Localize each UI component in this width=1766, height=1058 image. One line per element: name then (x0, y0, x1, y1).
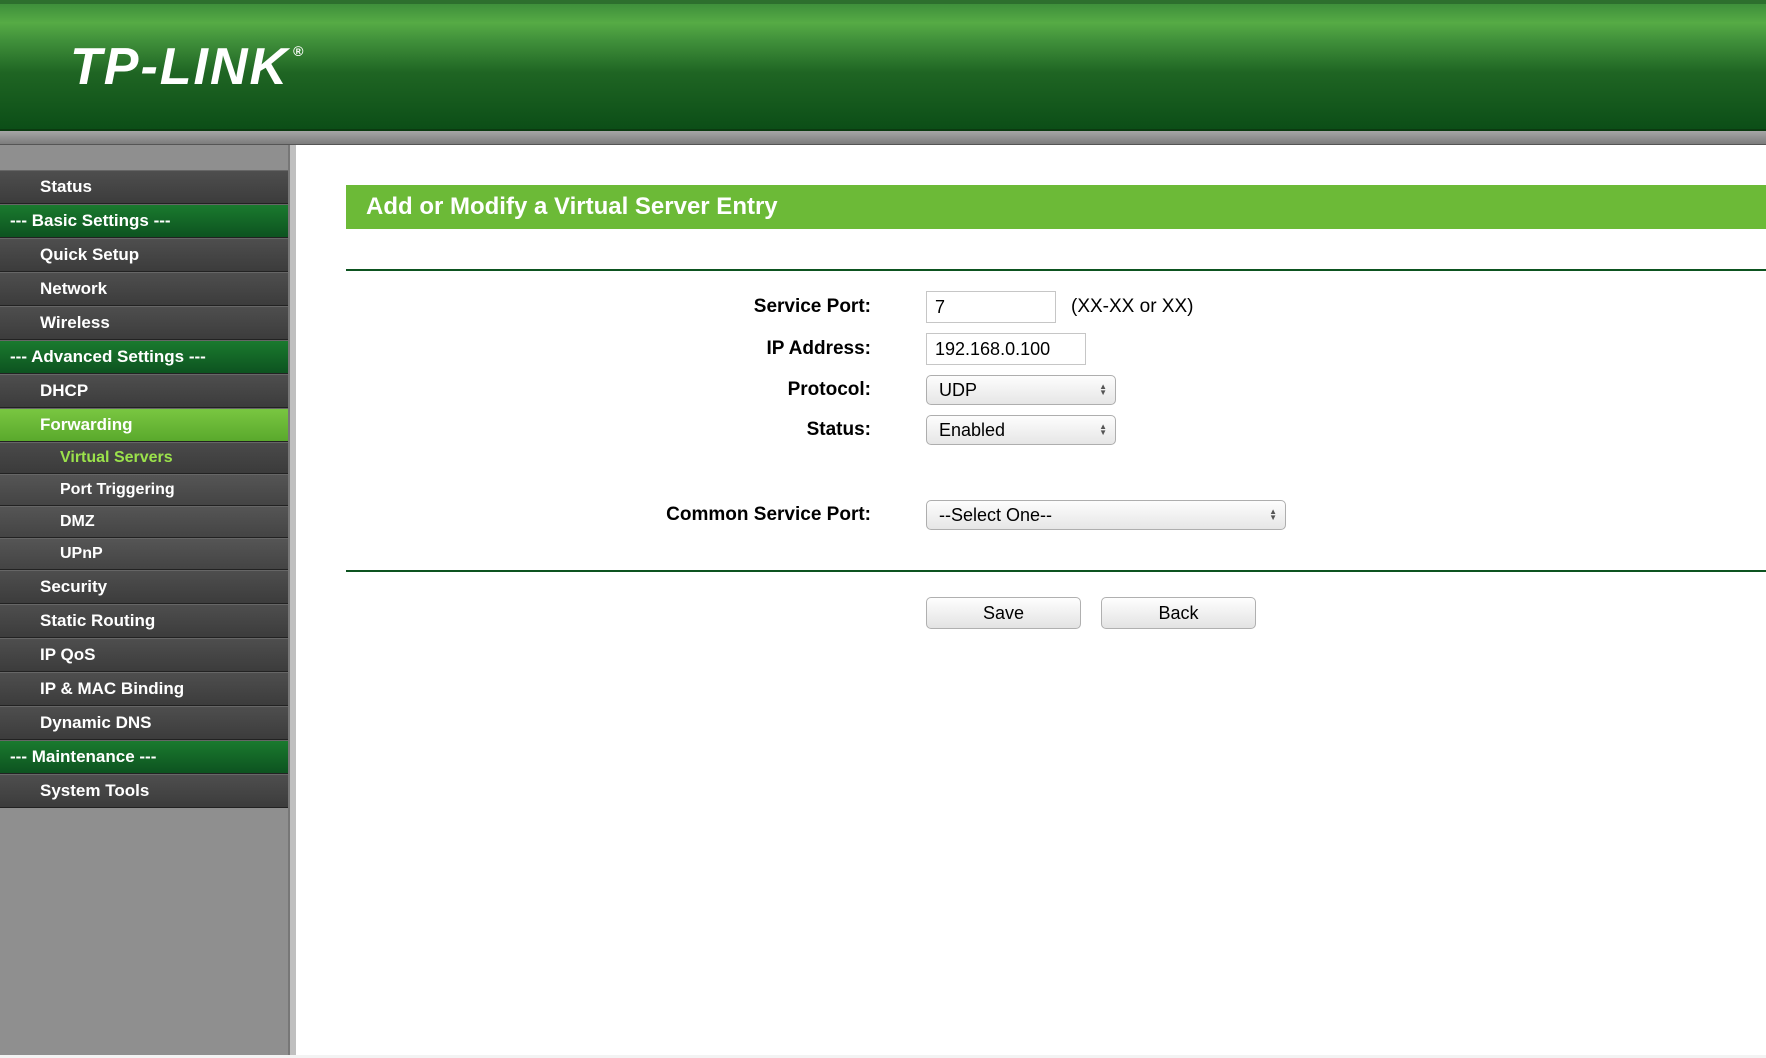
sidebar-item-system-tools[interactable]: System Tools (0, 774, 288, 808)
sidebar-item-quick-setup[interactable]: Quick Setup (0, 238, 288, 272)
brand-logo-text: TP-LINK (70, 37, 289, 97)
service-port-label: Service Port: (346, 296, 926, 318)
sidebar-item-wireless[interactable]: Wireless (0, 306, 288, 340)
protocol-select-value: UDP (939, 380, 977, 401)
sidebar-sub-upnp[interactable]: UPnP (0, 538, 288, 570)
header-banner: TP-LINK ® (0, 0, 1766, 131)
back-button[interactable]: Back (1101, 597, 1256, 629)
status-select-value: Enabled (939, 420, 1005, 441)
sidebar-section-basic: --- Basic Settings --- (0, 204, 288, 238)
brand-logo: TP-LINK ® (70, 37, 305, 97)
common-service-port-label: Common Service Port: (346, 504, 926, 526)
service-port-input[interactable] (926, 291, 1056, 323)
sidebar-sub-virtual-servers[interactable]: Virtual Servers (0, 442, 288, 474)
form-divider-bottom (346, 570, 1766, 572)
sidebar-item-dynamic-dns[interactable]: Dynamic DNS (0, 706, 288, 740)
chevron-updown-icon: ▲▼ (1099, 424, 1107, 436)
sidebar-item-network[interactable]: Network (0, 272, 288, 306)
sidebar-section-maintenance: --- Maintenance --- (0, 740, 288, 774)
content-panel: Add or Modify a Virtual Server Entry Ser… (296, 145, 1766, 1055)
form-divider-top (346, 269, 1766, 271)
sidebar-nav: Status --- Basic Settings --- Quick Setu… (0, 145, 290, 1055)
chevron-updown-icon: ▲▼ (1099, 384, 1107, 396)
status-select[interactable]: Enabled ▲▼ (926, 415, 1116, 445)
protocol-select[interactable]: UDP ▲▼ (926, 375, 1116, 405)
sidebar-sub-port-triggering[interactable]: Port Triggering (0, 474, 288, 506)
sidebar-item-status[interactable]: Status (0, 170, 288, 204)
ip-address-input[interactable] (926, 333, 1086, 365)
sidebar-item-dhcp[interactable]: DHCP (0, 374, 288, 408)
form-actions: Save Back (346, 597, 1766, 629)
sidebar-sub-dmz[interactable]: DMZ (0, 506, 288, 538)
service-port-hint: (XX-XX or XX) (1071, 296, 1193, 318)
sidebar-item-ip-mac-binding[interactable]: IP & MAC Binding (0, 672, 288, 706)
chevron-updown-icon: ▲▼ (1269, 509, 1277, 521)
header-separator (0, 131, 1766, 145)
sidebar-item-security[interactable]: Security (0, 570, 288, 604)
sidebar-section-advanced: --- Advanced Settings --- (0, 340, 288, 374)
status-label: Status: (346, 419, 926, 441)
sidebar-item-forwarding[interactable]: Forwarding (0, 408, 288, 442)
sidebar-item-ip-qos[interactable]: IP QoS (0, 638, 288, 672)
common-service-port-value: --Select One-- (939, 505, 1052, 526)
page-title: Add or Modify a Virtual Server Entry (346, 185, 1766, 229)
save-button[interactable]: Save (926, 597, 1081, 629)
common-service-port-select[interactable]: --Select One-- ▲▼ (926, 500, 1286, 530)
ip-address-label: IP Address: (346, 338, 926, 360)
protocol-label: Protocol: (346, 379, 926, 401)
sidebar-item-static-routing[interactable]: Static Routing (0, 604, 288, 638)
registered-icon: ® (293, 43, 305, 59)
virtual-server-form: Service Port: (XX-XX or XX) IP Address: … (346, 291, 1766, 530)
